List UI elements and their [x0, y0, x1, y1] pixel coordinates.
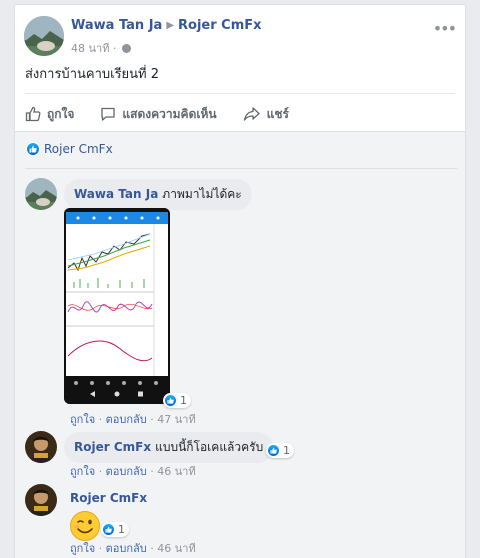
comment-reactions[interactable]: 1	[266, 443, 294, 458]
post-card: Wawa Tan Ja ▶ Rojer CmFx 48 นาที · ••• ส่ง…	[14, 4, 466, 558]
thumbs-up-icon	[25, 106, 41, 122]
comment-author[interactable]: Rojer CmFx	[70, 491, 147, 505]
comment-reply-link[interactable]: ตอบกลับ	[106, 413, 147, 426]
reactions-summary[interactable]: Rojer CmFx	[26, 142, 113, 156]
like-reaction-icon	[164, 394, 177, 407]
share-icon	[243, 107, 260, 121]
reactor-name: Rojer CmFx	[44, 142, 113, 156]
reaction-count: 1	[283, 444, 290, 457]
post-meta: 48 นาที ·	[71, 39, 131, 57]
post-header-names: Wawa Tan Ja ▶ Rojer CmFx	[71, 18, 262, 33]
like-button[interactable]: ถูกใจ	[25, 105, 74, 124]
post-author-name[interactable]: Wawa Tan Ja	[71, 18, 162, 33]
comment-avatar[interactable]	[25, 484, 57, 516]
comment-button-label: แสดงความคิดเห็น	[122, 106, 217, 121]
comment-text: แบบนี้ก็โอเคแล้วครับ	[155, 440, 264, 454]
comment-icon	[101, 107, 116, 121]
reaction-count: 1	[180, 394, 187, 407]
comment-like-link[interactable]: ถูกใจ	[70, 413, 95, 426]
post-text: ส่งการบ้านคาบเรียนที่ 2	[25, 67, 160, 82]
reaction-count: 1	[118, 523, 125, 536]
divider	[25, 93, 455, 94]
arrow-right-icon: ▶	[166, 20, 175, 31]
share-button[interactable]: แชร์	[243, 105, 289, 124]
comment-text: ภาพมาไม่ได้คะ	[162, 187, 242, 201]
post-target-name[interactable]: Rojer CmFx	[178, 18, 262, 33]
comment-reactions[interactable]: 1	[163, 393, 191, 408]
post-timestamp[interactable]: 48 นาที	[71, 42, 109, 55]
comment-author[interactable]: Wawa Tan Ja	[74, 187, 158, 201]
comment-bubble: Rojer CmFx แบบนี้ก็โอเคแล้วครับ	[64, 432, 274, 463]
comment-timestamp[interactable]: 46 นาที	[157, 542, 195, 555]
comment-like-link[interactable]: ถูกใจ	[70, 465, 95, 478]
like-reaction-icon	[102, 523, 115, 536]
post-author-avatar[interactable]	[24, 16, 64, 56]
post-actions: ถูกใจ แสดงความคิดเห็น แชร์	[25, 99, 315, 129]
comment-meta: ถูกใจ · ตอบกลับ · 46 นาที	[70, 542, 196, 555]
comments-section: Rojer CmFx Wawa Tan Ja ภาพมาไม่ได้คะ 1 ถ…	[15, 131, 465, 558]
comment-avatar[interactable]	[25, 431, 57, 463]
comment-avatar[interactable]	[25, 178, 57, 210]
like-reaction-icon	[267, 444, 280, 457]
globe-icon	[121, 44, 131, 53]
comment-reply-link[interactable]: ตอบกลับ	[106, 542, 147, 555]
comment-image[interactable]	[64, 208, 170, 404]
comment-author[interactable]: Rojer CmFx	[74, 440, 151, 454]
like-reaction-icon	[26, 142, 40, 156]
wink-sticker-icon	[70, 511, 100, 541]
comment-bubble: Wawa Tan Ja ภาพมาไม่ได้คะ	[64, 179, 252, 210]
divider	[25, 168, 457, 169]
comment-button[interactable]: แสดงความคิดเห็น	[100, 105, 217, 124]
comment-reply-link[interactable]: ตอบกลับ	[106, 465, 147, 478]
comment-meta: ถูกใจ · ตอบกลับ · 46 นาที	[70, 465, 196, 478]
share-button-label: แชร์	[266, 106, 289, 121]
comment-reactions[interactable]: 1	[101, 522, 129, 537]
comment-timestamp[interactable]: 46 นาที	[157, 465, 195, 478]
like-button-label: ถูกใจ	[47, 106, 75, 121]
comment-meta: ถูกใจ · ตอบกลับ · 47 นาที	[70, 413, 196, 426]
comment-timestamp[interactable]: 47 นาที	[157, 413, 195, 426]
more-options-icon[interactable]: •••	[433, 19, 457, 38]
comment-like-link[interactable]: ถูกใจ	[70, 542, 95, 555]
